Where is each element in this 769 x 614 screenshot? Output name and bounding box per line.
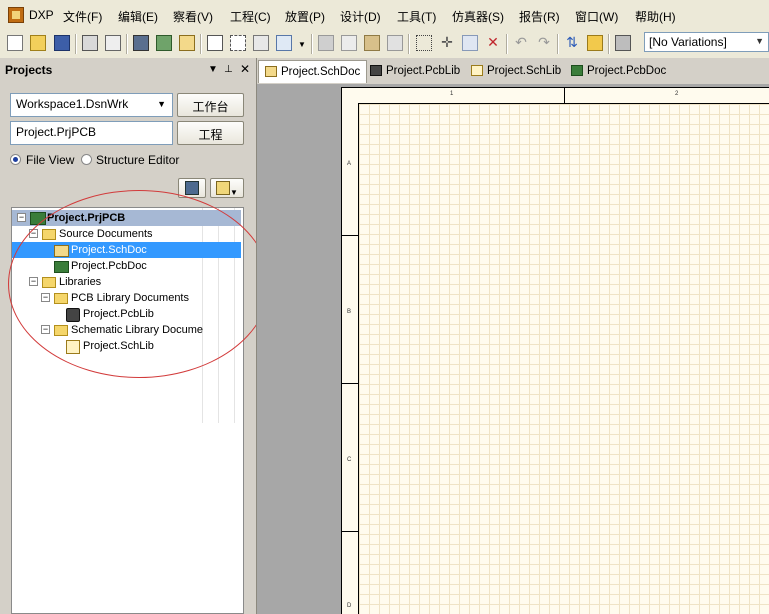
menu-design[interactable]: 设计(D) [340,8,381,25]
tab-label: Project.PcbDoc [587,65,667,77]
copy-icon[interactable] [341,35,357,51]
toolbar-separator [126,34,128,54]
undo-icon[interactable]: ↶ [513,35,529,51]
save-icon[interactable] [54,35,70,51]
compile-icon [185,181,199,195]
close-icon[interactable]: ✕ [240,62,250,76]
zone-row-label: B [347,309,352,315]
sheet-icon[interactable] [179,35,195,51]
collapse-icon[interactable]: − [17,213,26,222]
zone-row-label: A [347,161,352,167]
chevron-down-icon: ▼ [230,188,238,197]
zone-divider [564,88,565,103]
zone-column-label: 2 [675,91,679,97]
print-icon[interactable] [82,35,98,51]
project-field[interactable]: Project.PrjPCB [10,121,173,145]
deselect-icon[interactable] [462,35,478,51]
board-icon[interactable] [156,35,172,51]
tab-pcblib[interactable]: Project.PcbLib [364,60,466,83]
zoom-area-icon[interactable] [230,35,246,51]
zone-divider [342,235,358,236]
menu-dxp[interactable]: DXP [29,8,54,22]
dxp-logo-icon [8,7,24,23]
menu-window[interactable]: 窗口(W) [575,8,618,25]
variations-value: [No Variations] [649,35,727,49]
menu-view[interactable]: 察看(V) [173,8,213,25]
projects-panel-header: Projects ▼ ⊥ ✕ [0,58,256,82]
zone-row-label: C [347,457,352,463]
chevron-down-icon[interactable]: ▼ [298,40,306,49]
project-value: Project.PrjPCB [16,125,97,139]
document-options-icon [216,181,231,195]
toolbar-separator [557,34,559,54]
tab-schlib[interactable]: Project.SchLib [465,60,567,83]
pcb-document-icon [571,65,583,76]
zoom-dropdown-icon[interactable] [276,35,292,51]
project-button[interactable]: 工程 [177,121,244,145]
select-area-icon[interactable] [416,35,432,51]
new-document-icon[interactable] [7,35,23,51]
zone-row-label: D [347,603,352,609]
toolbar-separator [311,34,313,54]
sheet-drawing-area[interactable] [358,103,769,614]
menu-help[interactable]: 帮助(H) [635,8,676,25]
menu-bar: DXP 文件(F) 编辑(E) 察看(V) 工程(C) 放置(P) 设计(D) … [0,0,769,31]
panel-menu-icon[interactable]: ▼ [208,64,218,75]
panel-title: Projects [5,63,53,77]
tab-label: Project.PcbLib [386,65,461,77]
workspace-value: Workspace1.DsnWrk [16,97,129,111]
chevron-down-icon[interactable]: ▼ [157,99,166,109]
pcb-library-icon [370,65,382,76]
paste-icon[interactable] [364,35,380,51]
schematic-document-icon [265,66,277,77]
menu-tools[interactable]: 工具(T) [397,8,436,25]
clear-filter-icon[interactable]: ✕ [485,35,501,51]
library-browse-icon[interactable] [615,35,631,51]
cross-probe-icon[interactable] [587,35,603,51]
variations-select[interactable]: [No Variations] ▼ [644,32,769,52]
toolbar-separator [200,34,202,54]
move-icon[interactable]: ✛ [439,35,455,51]
cut-icon[interactable] [318,35,334,51]
print-preview-icon[interactable] [105,35,121,51]
annotation-ellipse [8,190,270,378]
hierarchy-up-down-icon[interactable]: ⇅ [564,35,580,51]
tab-label: Project.SchDoc [281,66,361,78]
file-view-radio[interactable] [10,154,21,165]
tab-schdoc[interactable]: Project.SchDoc [258,60,368,83]
project-options-button[interactable]: ▼ [210,178,244,198]
schematic-sheet[interactable]: 1 2 A B C D [341,87,769,614]
workspace-button[interactable]: 工作台 [177,93,244,117]
menu-edit[interactable]: 编辑(E) [118,8,158,25]
zone-column-label: 1 [450,91,454,97]
tab-pcbdoc[interactable]: Project.PcbDoc [565,60,672,83]
menu-project[interactable]: 工程(C) [230,8,271,25]
layers-icon[interactable] [133,35,149,51]
toolbar-separator [506,34,508,54]
toolbar-separator [608,34,610,54]
chevron-down-icon[interactable]: ▼ [755,36,764,46]
workspace-select[interactable]: Workspace1.DsnWrk ▼ [10,93,173,117]
menu-simulator[interactable]: 仿真器(S) [452,8,504,25]
toolbar-separator [408,34,410,54]
zoom-selected-icon[interactable] [253,35,269,51]
open-folder-icon[interactable] [30,35,46,51]
structure-editor-label[interactable]: Structure Editor [96,153,179,167]
rubber-stamp-icon[interactable] [387,35,403,51]
pin-icon[interactable]: ⊥ [224,64,233,75]
file-view-label[interactable]: File View [26,153,74,167]
redo-icon[interactable]: ↷ [536,35,552,51]
document-tabs: Project.SchDoc Project.PcbLib Project.Sc… [257,58,769,85]
schematic-library-icon [471,65,483,76]
toolbar-separator [75,34,77,54]
structure-editor-radio[interactable] [81,154,92,165]
zoom-fit-icon[interactable] [207,35,223,51]
menu-file[interactable]: 文件(F) [63,8,102,25]
menu-reports[interactable]: 报告(R) [519,8,560,25]
zone-divider [342,531,358,532]
menu-place[interactable]: 放置(P) [285,8,325,25]
tab-label: Project.SchLib [487,65,562,77]
zone-divider [342,383,358,384]
